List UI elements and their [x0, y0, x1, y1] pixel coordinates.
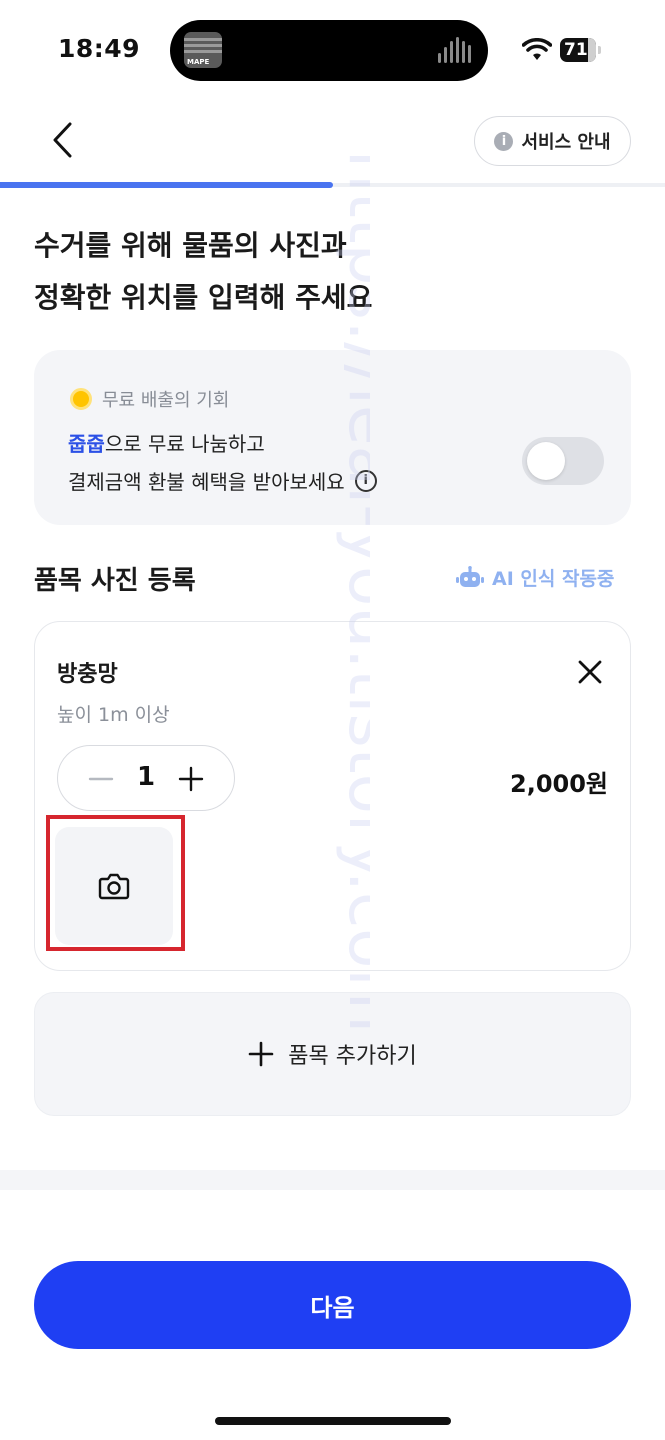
ai-recognition-badge: AI 인식 작동중: [456, 564, 614, 591]
quantity-value: 1: [136, 762, 156, 792]
next-button[interactable]: 다음: [34, 1261, 631, 1349]
brand-name: 줍줍: [68, 432, 105, 456]
service-info-button[interactable]: i 서비스 안내: [474, 116, 631, 166]
item-price: 2,000원: [510, 770, 608, 798]
toggle-knob: [527, 442, 565, 480]
add-item-label: 품목 추가하기: [288, 1044, 417, 1069]
back-button[interactable]: [40, 115, 84, 165]
battery-level: 71: [564, 40, 588, 60]
item-name: 방충망: [57, 662, 118, 687]
free-disposal-toggle[interactable]: [522, 437, 604, 485]
album-art-label: MAPE: [187, 58, 210, 66]
free-disposal-tag: 무료 배출의 기회: [70, 386, 229, 412]
quantity-stepper: 1: [57, 745, 235, 811]
free-disposal-description-1: 줍줍으로 무료 나눔하고: [68, 432, 265, 456]
plus-icon: [248, 1041, 274, 1067]
page-title-line-1: 수거를 위해 물품의 사진과: [34, 229, 347, 262]
info-icon[interactable]: i: [354, 469, 377, 492]
add-photo-button[interactable]: [55, 827, 173, 945]
audio-wave-icon: [438, 37, 474, 63]
section-title: 품목 사진 등록: [34, 566, 196, 596]
album-art-icon: MAPE: [184, 32, 222, 68]
page-title-line-2: 정확한 위치를 입력해 주세요: [34, 281, 373, 314]
ai-recognition-label: AI 인식 작동중: [492, 568, 615, 590]
status-bar: 18:49 MAPE 71: [0, 0, 665, 100]
plus-icon[interactable]: [178, 766, 204, 792]
service-info-label: 서비스 안내: [521, 132, 611, 153]
coin-icon: [70, 388, 92, 410]
minus-icon[interactable]: [88, 769, 114, 789]
home-indicator: [215, 1417, 451, 1425]
progress-bar: [0, 182, 665, 188]
free-disposal-tag-label: 무료 배출의 기회: [102, 390, 230, 411]
add-item-button[interactable]: 품목 추가하기: [34, 992, 631, 1116]
page-title: 수거를 위해 물품의 사진과 정확한 위치를 입력해 주세요: [34, 220, 594, 324]
item-subtitle: 높이 1m 이상: [57, 704, 170, 726]
item-card: 방충망 높이 1m 이상 1 2,000원: [34, 621, 631, 971]
wifi-icon: [522, 38, 552, 60]
dynamic-island: MAPE: [170, 20, 488, 81]
chevron-left-icon: [53, 122, 72, 158]
free-disposal-card: 무료 배출의 기회 줍줍으로 무료 나눔하고 결제금액 환불 혜택을 받아보세요…: [34, 350, 631, 525]
status-time: 18:49: [58, 34, 141, 63]
info-icon: i: [494, 131, 514, 151]
free-disposal-description-2: 결제금액 환불 혜택을 받아보세요 i: [68, 466, 377, 495]
progress-fill: [0, 182, 333, 188]
close-icon[interactable]: [573, 655, 607, 689]
section-divider: [0, 1170, 665, 1190]
robot-icon: [456, 565, 484, 587]
battery-icon: 71: [560, 38, 596, 62]
camera-icon: [98, 873, 130, 900]
